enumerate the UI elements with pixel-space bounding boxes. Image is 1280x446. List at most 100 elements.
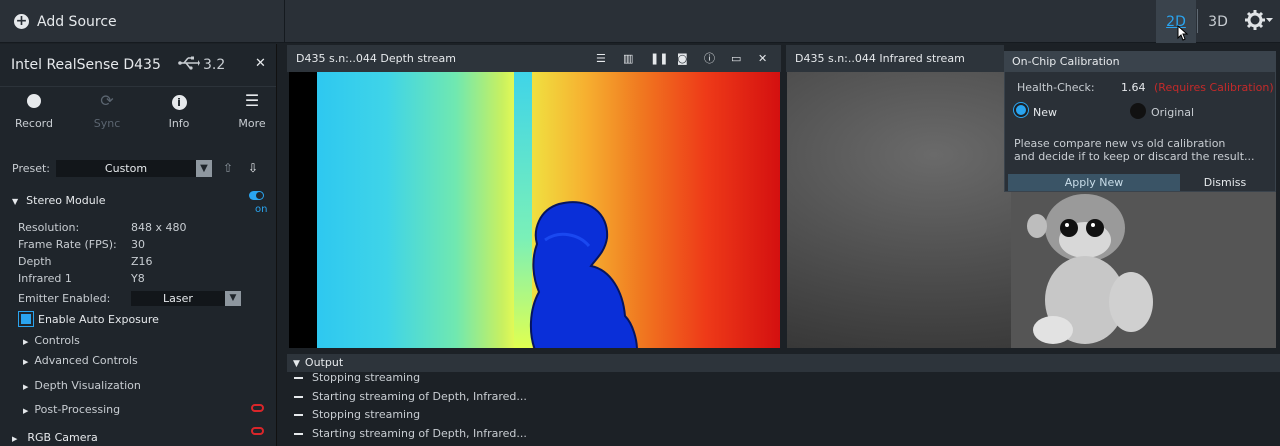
record-button[interactable]: Record (4, 89, 64, 139)
info-icon[interactable]: ⓘ (704, 45, 715, 72)
info-button[interactable]: i Info (149, 89, 209, 139)
device-header: Intel RealSense D435 3.2 ✕ (0, 44, 276, 87)
output-header[interactable]: ▼ Output (287, 354, 1280, 372)
message-line: and decide if to keep or discard the res… (1014, 150, 1255, 163)
prop-value[interactable]: 848 x 480 (131, 221, 187, 234)
calibration-popup: On-Chip Calibration Health-Check: 1.64 (… (1004, 51, 1276, 192)
top-bar: + Add Source 2D 3D (0, 0, 1280, 43)
tree-item-post-processing[interactable]: ▶ Post-Processing (23, 403, 120, 416)
plus-icon: + (14, 13, 29, 29)
prop-value[interactable]: Y8 (131, 272, 145, 285)
download-icon[interactable]: ⇩ (248, 161, 258, 175)
view-3d-button[interactable]: 3D (1200, 0, 1236, 43)
usb-version: 3.2 (203, 57, 226, 73)
log-line: Stopping streaming (294, 408, 420, 421)
add-source-button[interactable]: + Add Source (0, 0, 285, 43)
tree-item-depth-visualization[interactable]: ▶ Depth Visualization (23, 379, 141, 392)
prop-value[interactable]: Z16 (131, 255, 153, 268)
device-panel: Intel RealSense D435 3.2 ✕ Record ⟳ Sync… (0, 44, 277, 446)
emitter-value: Laser (163, 292, 193, 305)
auto-exposure-checkbox[interactable] (18, 311, 34, 327)
stereo-module-header[interactable]: ▼ Stereo Module (12, 194, 106, 207)
sync-icon: ⟳ (100, 91, 114, 110)
fps-row: Frame Rate (FPS): 30 (18, 238, 145, 251)
emitter-dropdown[interactable]: Laser ▼ (131, 291, 241, 306)
dash-icon (294, 396, 303, 398)
log-line: Starting streaming of Depth, Infrared... (294, 390, 527, 403)
add-source-label: Add Source (37, 13, 117, 30)
close-icon[interactable]: ✕ (255, 56, 266, 71)
info-icon: i (171, 95, 187, 110)
metadata-icon[interactable]: ☰ (596, 45, 606, 72)
toggle-state-label: on (255, 204, 268, 215)
pause-icon[interactable]: ❚❚ (650, 45, 668, 72)
rgb-camera-toggle-icon[interactable] (251, 427, 264, 435)
sync-label: Sync (93, 117, 121, 130)
log-text: Starting streaming of Depth, Infrared... (312, 390, 527, 403)
histogram-icon[interactable]: ▥ (623, 45, 633, 72)
preset-label: Preset: (12, 162, 51, 175)
depth-stream-header: D435 s.n:..044 Depth stream ☰ ▥ ❚❚ ◙ ⓘ ▭… (287, 45, 781, 72)
close-icon[interactable]: ✕ (758, 45, 767, 72)
chevron-down-icon: ▼ (196, 160, 212, 177)
tree-label: Post-Processing (34, 403, 121, 416)
tree-item-advanced-controls[interactable]: ▶ Advanced Controls (23, 354, 138, 367)
dismiss-button[interactable]: Dismiss (1195, 174, 1255, 191)
infrared-stream-title: D435 s.n:..044 Infrared stream (795, 52, 965, 65)
prop-value[interactable]: 30 (131, 238, 145, 251)
health-check-warning: (Requires Calibration) (1154, 81, 1274, 94)
maximize-icon[interactable]: ▭ (731, 45, 741, 72)
device-toolbar: Record ⟳ Sync i Info ☰ More (0, 89, 277, 139)
log-text: Stopping streaming (312, 371, 421, 384)
dash-icon (294, 377, 303, 379)
radio-original[interactable] (1130, 103, 1146, 119)
info-label: Info (168, 117, 190, 130)
stereo-module-label: Stereo Module (26, 194, 106, 207)
log-text: Starting streaming of Depth, Infrared... (312, 427, 527, 440)
upload-icon[interactable]: ⇧ (223, 161, 233, 175)
log-line: Starting streaming of Depth, Infrared... (294, 427, 527, 440)
log-line: Stopping streaming (294, 371, 420, 384)
apply-new-button[interactable]: Apply New (1008, 174, 1180, 191)
sync-button[interactable]: ⟳ Sync (77, 89, 137, 139)
expand-down-icon: ▼ (12, 197, 19, 206)
prop-key: Frame Rate (FPS): (18, 238, 117, 251)
usb-icon (178, 56, 200, 74)
expand-right-icon: ▶ (12, 435, 18, 443)
hamburger-icon: ☰ (244, 91, 260, 110)
depth-stream-view[interactable] (289, 72, 780, 348)
view-2d-button[interactable]: 2D (1156, 0, 1196, 43)
preset-dropdown[interactable]: Custom ▼ (56, 160, 212, 177)
more-button[interactable]: ☰ More (222, 89, 282, 139)
gear-icon[interactable] (1244, 8, 1274, 34)
prop-key: Depth (18, 255, 52, 268)
calibration-message: Please compare new vs old calibration an… (1014, 137, 1269, 163)
health-check-label: Health-Check: (1017, 81, 1095, 94)
prop-key: Infrared 1 (18, 272, 72, 285)
output-title: Output (304, 356, 344, 369)
depth-format-row: Depth Z16 (18, 255, 153, 268)
emitter-label: Emitter Enabled: (18, 292, 111, 305)
calibration-title: On-Chip Calibration (1005, 52, 1275, 72)
post-processing-toggle-icon[interactable] (251, 404, 264, 412)
infrared-stream-header: D435 s.n:..044 Infrared stream (786, 45, 1004, 72)
preset-value: Custom (104, 162, 148, 175)
camera-icon[interactable]: ◙ (677, 45, 688, 72)
stereo-module-toggle[interactable] (249, 191, 264, 200)
expand-right-icon: ▶ (23, 358, 29, 366)
rgb-camera-header[interactable]: ▶ RGB Camera (12, 431, 98, 444)
tree-label: Advanced Controls (34, 354, 138, 367)
radio-new-label: New (1033, 106, 1057, 119)
auto-exposure-label: Enable Auto Exposure (38, 313, 159, 326)
dash-icon (294, 414, 303, 416)
tree-item-controls[interactable]: ▶ Controls (23, 334, 80, 347)
radio-new[interactable] (1013, 102, 1029, 118)
record-icon (27, 94, 41, 108)
depth-monkey-shape (529, 201, 638, 348)
divider (1197, 9, 1198, 33)
message-line: Please compare new vs old calibration (1014, 137, 1226, 150)
rgb-camera-label: RGB Camera (27, 431, 98, 444)
tree-label: Controls (34, 334, 80, 347)
depth-stream-title: D435 s.n:..044 Depth stream (296, 52, 456, 65)
record-label: Record (14, 117, 53, 130)
